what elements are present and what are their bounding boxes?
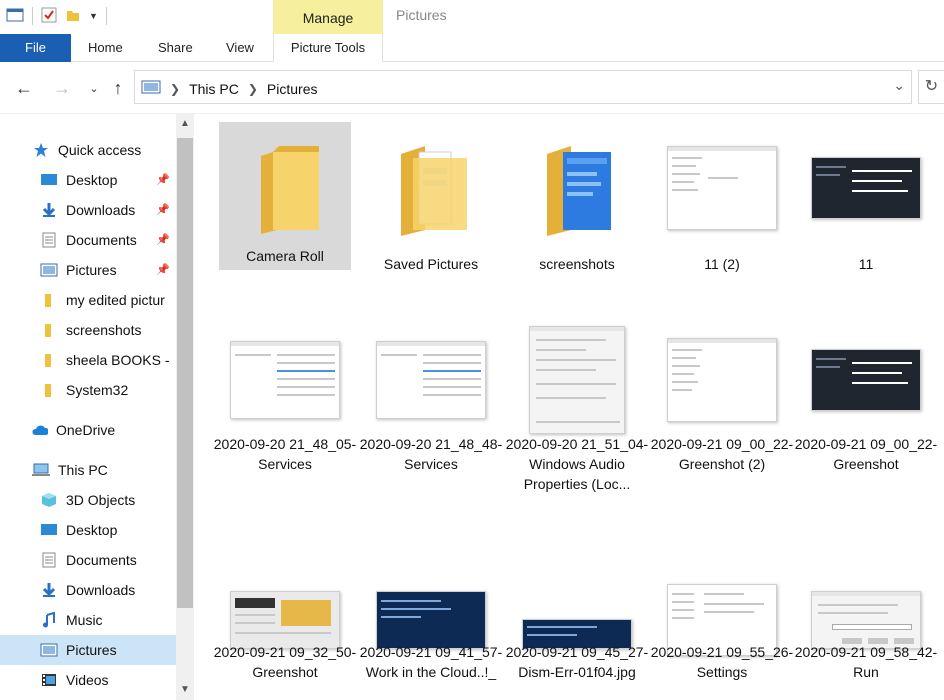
folder-with-documents-icon bbox=[365, 130, 497, 246]
customize-toolbar-icon[interactable]: ▼ bbox=[89, 11, 98, 21]
quick-access-toolbar: ▼ bbox=[6, 6, 107, 26]
desktop-icon bbox=[40, 171, 58, 189]
crumb-pictures[interactable]: Pictures bbox=[267, 81, 318, 97]
sidebar-item-music[interactable]: Music bbox=[40, 605, 176, 635]
file-tile-camera-roll[interactable]: Camera Roll bbox=[219, 122, 351, 270]
recent-locations-chevron-icon[interactable]: ⌄ bbox=[84, 82, 104, 95]
sidebar-item-documents[interactable]: Documents 📌 bbox=[40, 225, 176, 255]
new-folder-icon[interactable] bbox=[65, 7, 81, 26]
image-thumbnail bbox=[219, 322, 351, 438]
sidebar-item-desktop[interactable]: Desktop 📌 bbox=[40, 165, 176, 195]
documents-icon bbox=[40, 551, 58, 569]
folder-icon bbox=[40, 321, 58, 339]
pin-icon[interactable]: 📌 bbox=[156, 173, 170, 186]
navigation-bar: ← → ⌄ ↑ ❯ This PC ❯ Pictures ⌄ ↻ bbox=[0, 62, 944, 114]
pictures-icon bbox=[40, 261, 58, 279]
tab-manage[interactable]: Manage bbox=[273, 0, 383, 34]
star-icon bbox=[32, 141, 50, 159]
videos-icon bbox=[40, 671, 58, 689]
tab-file[interactable]: File bbox=[0, 34, 71, 62]
folder-icon bbox=[219, 130, 351, 246]
sidebar-item-quick-access[interactable]: Quick access bbox=[32, 135, 176, 165]
pin-icon[interactable]: 📌 bbox=[156, 203, 170, 216]
sidebar-scrollbar[interactable]: ▲ ▼ bbox=[176, 114, 194, 700]
folder-icon bbox=[40, 351, 58, 369]
sidebar-item-screenshots[interactable]: screenshots bbox=[40, 315, 176, 345]
back-arrow-icon[interactable]: ← bbox=[14, 78, 34, 99]
documents-icon bbox=[40, 231, 58, 249]
scroll-down-icon[interactable]: ▼ bbox=[176, 680, 194, 700]
title-bar: ▼ Manage Pictures bbox=[0, 0, 944, 34]
toolbar-divider bbox=[105, 7, 107, 25]
address-box[interactable]: ❯ This PC ❯ Pictures ⌄ bbox=[134, 70, 912, 104]
desktop-icon bbox=[40, 521, 58, 539]
toolbar-divider bbox=[32, 7, 33, 25]
sidebar-item-this-pc[interactable]: This PC bbox=[32, 455, 176, 485]
up-arrow-icon[interactable]: ↑ bbox=[108, 78, 128, 99]
folder-with-screenshot-icon bbox=[511, 130, 643, 246]
computer-icon bbox=[32, 461, 50, 479]
scrollbar-thumb[interactable] bbox=[177, 138, 193, 608]
window-icon[interactable] bbox=[6, 7, 24, 26]
pictures-icon bbox=[40, 641, 58, 659]
pin-icon[interactable]: 📌 bbox=[156, 263, 170, 276]
downloads-icon bbox=[40, 201, 58, 219]
music-icon bbox=[40, 611, 58, 629]
window-title: Pictures bbox=[396, 7, 447, 23]
cloud-icon bbox=[30, 421, 48, 439]
image-thumbnail bbox=[656, 322, 788, 438]
sidebar-item-sheela-books[interactable]: sheela BOOKS - bbox=[40, 345, 176, 375]
downloads-icon bbox=[40, 581, 58, 599]
image-thumbnail bbox=[800, 322, 932, 438]
3d-objects-icon bbox=[40, 491, 58, 509]
sidebar-item-pictures[interactable]: Pictures 📌 bbox=[40, 255, 176, 285]
scroll-up-icon[interactable]: ▲ bbox=[176, 114, 194, 134]
image-thumbnail bbox=[511, 322, 643, 438]
crumb-this-pc[interactable]: This PC bbox=[189, 81, 239, 97]
sidebar-item-pc-documents[interactable]: Documents bbox=[40, 545, 176, 575]
tab-view[interactable]: View bbox=[226, 34, 254, 62]
image-thumbnail bbox=[800, 130, 932, 246]
sidebar-item-onedrive[interactable]: OneDrive bbox=[30, 415, 176, 445]
file-list-view: Camera Roll Saved Pictures screenshots 1… bbox=[200, 114, 944, 700]
image-thumbnail bbox=[365, 322, 497, 438]
sidebar-item-videos[interactable]: Videos bbox=[40, 665, 176, 695]
folder-icon bbox=[40, 381, 58, 399]
sidebar-item-downloads[interactable]: Downloads 📌 bbox=[40, 195, 176, 225]
chevron-right-icon[interactable]: ❯ bbox=[248, 82, 258, 96]
sidebar-item-pc-downloads[interactable]: Downloads bbox=[40, 575, 176, 605]
folder-icon bbox=[40, 291, 58, 309]
refresh-icon[interactable]: ↻ bbox=[918, 70, 944, 104]
sidebar-item-my-edited-pictures[interactable]: my edited pictur bbox=[40, 285, 176, 315]
sidebar-item-system32[interactable]: System32 bbox=[40, 375, 176, 405]
forward-arrow-icon[interactable]: → bbox=[52, 78, 72, 99]
sidebar-item-pc-desktop[interactable]: Desktop bbox=[40, 515, 176, 545]
ribbon-tabs: File Home Share View Picture Tools bbox=[0, 34, 944, 62]
sidebar-item-pc-pictures[interactable]: Pictures bbox=[0, 635, 176, 665]
properties-icon[interactable] bbox=[41, 7, 57, 26]
address-dropdown-chevron-icon[interactable]: ⌄ bbox=[893, 77, 905, 94]
navigation-pane: Quick access Desktop 📌 Downloads 📌 Docum… bbox=[0, 114, 176, 700]
image-thumbnail bbox=[656, 130, 788, 246]
pictures-location-icon bbox=[141, 79, 161, 98]
tab-home[interactable]: Home bbox=[88, 34, 123, 62]
breadcrumb: ❯ This PC ❯ Pictures bbox=[141, 79, 318, 98]
tab-picture-tools[interactable]: Picture Tools bbox=[273, 34, 383, 62]
tab-share[interactable]: Share bbox=[158, 34, 193, 62]
pin-icon[interactable]: 📌 bbox=[156, 233, 170, 246]
chevron-right-icon[interactable]: ❯ bbox=[170, 82, 180, 96]
sidebar-item-3d-objects[interactable]: 3D Objects bbox=[40, 485, 176, 515]
